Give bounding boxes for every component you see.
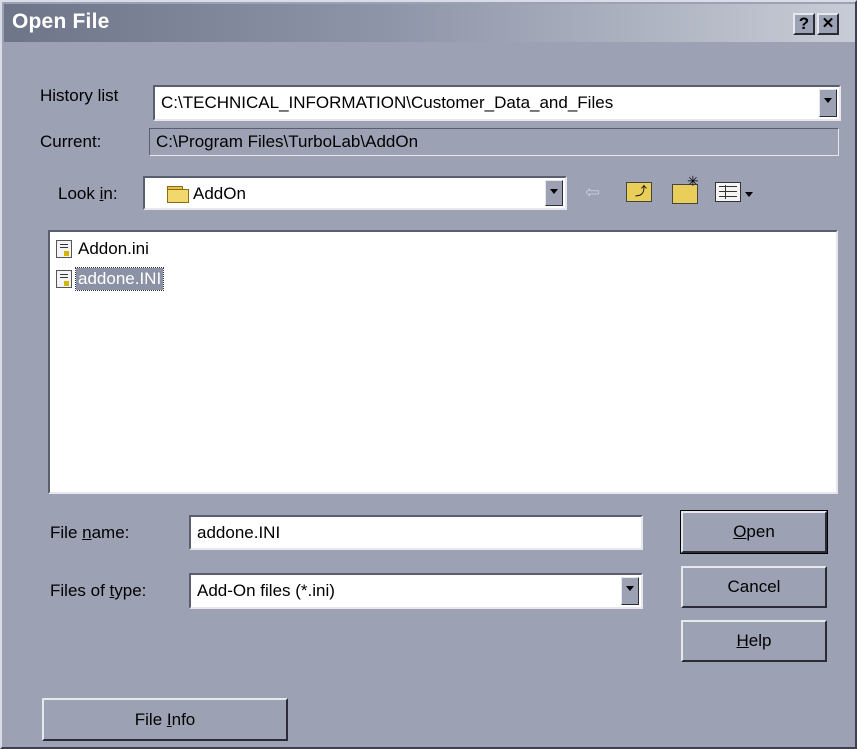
files-of-type-label: Files of type: xyxy=(50,581,147,600)
view-menu-arrow-icon[interactable] xyxy=(745,192,753,197)
new-folder-icon[interactable]: ✳ xyxy=(672,173,699,204)
title-bar[interactable]: Open File ? ✕ xyxy=(4,4,855,42)
open-button[interactable]: Open xyxy=(680,510,828,554)
current-label: Current: xyxy=(40,132,102,151)
file-item-addone-ini[interactable]: addone.INI xyxy=(56,266,165,292)
look-in-label: Look in: xyxy=(58,184,118,203)
file-name-input[interactable]: addone.INI xyxy=(189,515,643,550)
window-title: Open File xyxy=(12,10,110,33)
file-name-label: File name: xyxy=(50,523,130,542)
file-name-value: addone.INI xyxy=(197,522,281,542)
history-list-label: History list xyxy=(40,86,119,105)
look-in-dropdown-button[interactable] xyxy=(545,180,563,206)
look-in-combobox[interactable]: AddOn xyxy=(143,176,567,210)
current-path-field: C:\Program Files\TurboLab\AddOn xyxy=(149,128,839,156)
help-title-button[interactable]: ? xyxy=(793,13,815,35)
history-list-combobox[interactable]: C:\TECHNICAL_INFORMATION\Customer_Data_a… xyxy=(153,85,841,121)
file-info-button[interactable]: File Info xyxy=(42,698,288,741)
history-dropdown-button[interactable] xyxy=(819,89,837,117)
view-menu-icon[interactable] xyxy=(715,182,741,202)
current-path-value: C:\Program Files\TurboLab\AddOn xyxy=(156,132,419,151)
file-item-addon-ini[interactable]: Addon.ini xyxy=(56,236,151,262)
file-name-label: addone.INI xyxy=(74,267,165,291)
folder-icon xyxy=(167,189,189,203)
help-button[interactable]: Help xyxy=(681,620,827,662)
ini-file-icon xyxy=(56,270,72,288)
file-name-label: Addon.ini xyxy=(78,239,149,258)
history-list-value: C:\TECHNICAL_INFORMATION\Customer_Data_a… xyxy=(161,93,614,112)
file-list[interactable]: Addon.ini addone.INI xyxy=(48,230,838,494)
look-in-value: AddOn xyxy=(193,184,246,203)
close-button[interactable]: ✕ xyxy=(817,13,839,35)
files-of-type-value: Add-On files (*.ini) xyxy=(197,581,335,600)
files-of-type-combobox[interactable]: Add-On files (*.ini) xyxy=(189,573,643,609)
files-of-type-dropdown-button[interactable] xyxy=(621,577,639,605)
ini-file-icon xyxy=(56,240,72,258)
up-folder-icon[interactable]: ⤴ xyxy=(626,182,652,202)
back-arrow-icon[interactable]: ⇦ xyxy=(585,182,600,203)
open-file-dialog: Open File ? ✕ History list C:\TECHNICAL_… xyxy=(0,0,857,749)
cancel-button[interactable]: Cancel xyxy=(681,566,827,608)
